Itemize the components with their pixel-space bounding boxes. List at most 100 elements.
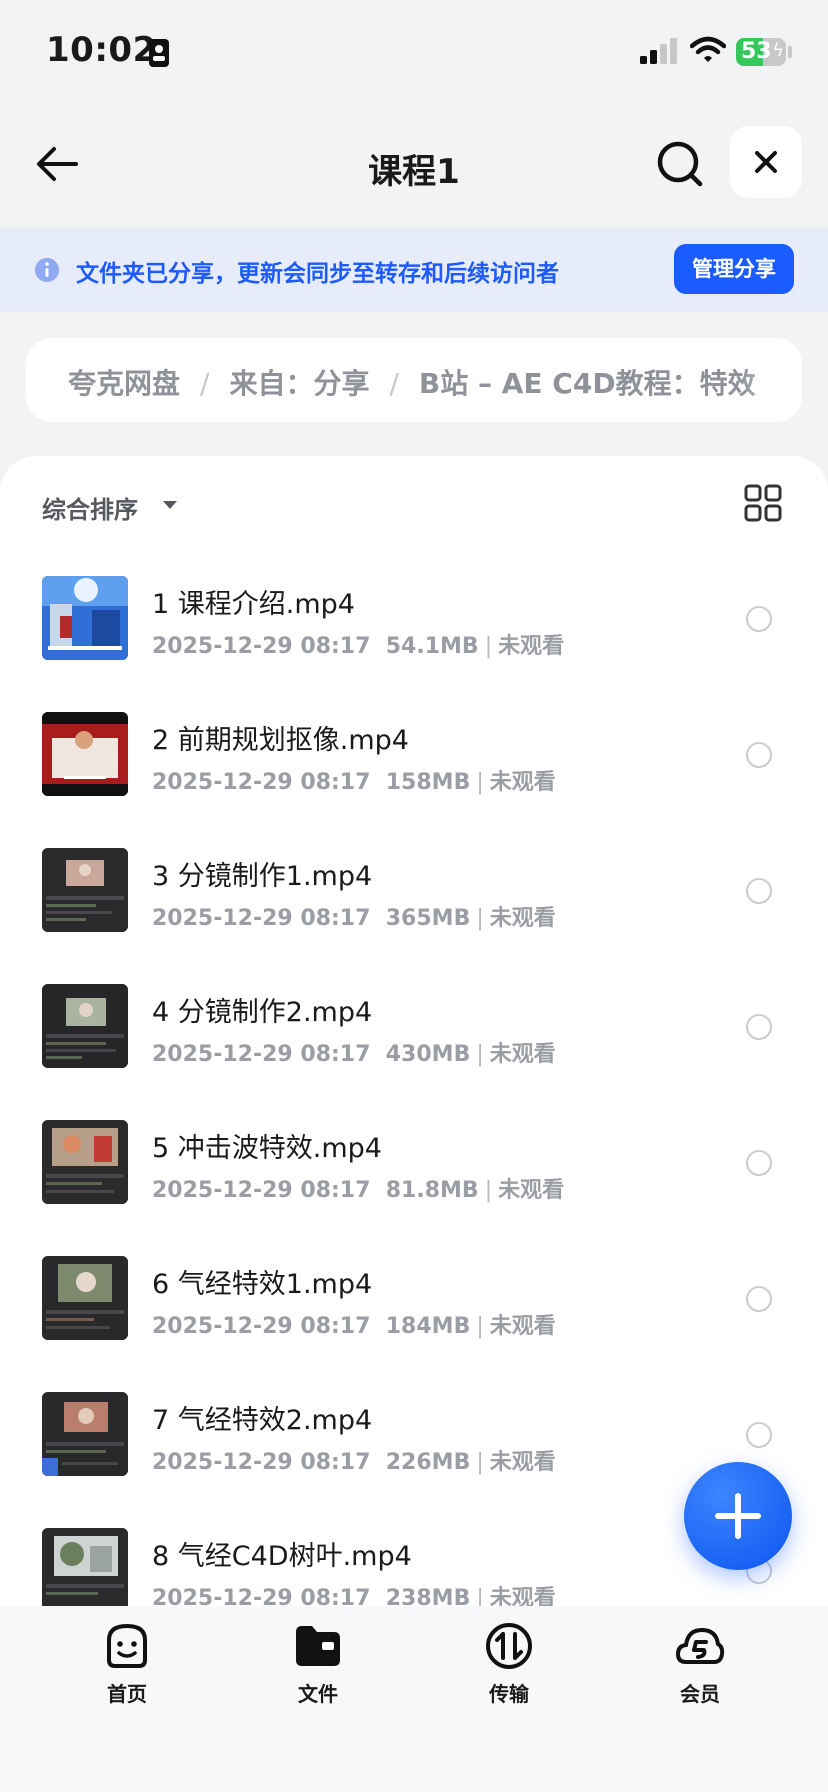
file-meta: 2025-12-29 08:17 81.8MB | 未观看 (152, 1172, 564, 1204)
watch-status: 未观看 (498, 634, 565, 659)
share-notice-banner: 文件夹已分享，更新会同步至转存和后续访问者 管理分享 (0, 228, 828, 312)
select-radio[interactable] (746, 1286, 772, 1312)
file-date: 2025-12-29 08:17 (152, 1178, 371, 1203)
file-date: 2025-12-29 08:17 (152, 1586, 371, 1606)
meta-divider: | (476, 1314, 484, 1339)
watch-status: 未观看 (489, 770, 556, 795)
file-date: 2025-12-29 08:17 (152, 1314, 371, 1339)
video-thumbnail (42, 848, 128, 932)
cellular-signal-icon (640, 38, 677, 64)
file-meta: 2025-12-29 08:17 430MB | 未观看 (152, 1036, 556, 1068)
select-radio[interactable] (746, 1150, 772, 1176)
close-button[interactable] (730, 126, 802, 198)
select-radio[interactable] (746, 1014, 772, 1040)
video-thumbnail (42, 1256, 128, 1340)
meta-divider: | (476, 1586, 484, 1606)
bottom-tab-bar: 首页 文件 传输 会员 (0, 1606, 828, 1792)
file-row[interactable]: 4 分镜制作2.mp4 2025-12-29 08:17 430MB | 未观看 (0, 984, 828, 1120)
file-size: 81.8MB (385, 1178, 479, 1203)
breadcrumb-item-folder[interactable]: B站 – AE C4D教程：特效 (419, 367, 756, 400)
file-row[interactable]: 3 分镜制作1.mp4 2025-12-29 08:17 365MB | 未观看 (0, 848, 828, 984)
video-thumbnail (42, 712, 128, 796)
file-meta: 2025-12-29 08:17 54.1MB | 未观看 (152, 628, 564, 660)
id-card-icon (149, 39, 169, 67)
file-date: 2025-12-29 08:17 (152, 634, 371, 659)
watch-status: 未观看 (489, 1450, 556, 1475)
battery-cap (788, 46, 792, 58)
charging-bolt-icon: ϟ (772, 40, 784, 61)
file-name: 2 前期规划抠像.mp4 (152, 725, 409, 756)
tab-label: 文件 (298, 1682, 338, 1706)
video-thumbnail (42, 1120, 128, 1204)
file-row[interactable]: 5 冲击波特效.mp4 2025-12-29 08:17 81.8MB | 未观看 (0, 1120, 828, 1256)
breadcrumb-item-share[interactable]: 来自：分享 (229, 367, 369, 400)
battery-indicator: 53 ϟ (736, 38, 786, 66)
file-meta: 2025-12-29 08:17 365MB | 未观看 (152, 900, 556, 932)
file-meta: 2025-12-29 08:17 238MB | 未观看 (152, 1580, 556, 1606)
file-name: 4 分镜制作2.mp4 (152, 997, 373, 1028)
status-time: 10:02 (46, 30, 157, 70)
grid-view-icon[interactable] (744, 484, 782, 522)
cloud-member-icon (675, 1627, 725, 1664)
share-notice-text: 文件夹已分享，更新会同步至转存和后续访问者 (76, 261, 559, 287)
meta-divider: | (476, 1042, 484, 1067)
meta-divider: | (476, 906, 484, 931)
wifi-icon (690, 36, 726, 62)
file-name: 8 气经C4D树叶.mp4 (152, 1541, 412, 1572)
file-size: 365MB (385, 906, 471, 931)
watch-status: 未观看 (489, 906, 556, 931)
video-thumbnail (42, 576, 128, 660)
meta-divider: | (484, 634, 493, 659)
watch-status: 未观看 (489, 1314, 556, 1339)
video-thumbnail (42, 1392, 128, 1476)
status-bar: 10:02 53 ϟ (0, 0, 828, 100)
file-row[interactable]: 1 课程介绍.mp4 2025-12-29 08:17 54.1MB | 未观看 (0, 576, 828, 712)
file-size: 430MB (385, 1042, 471, 1067)
tab-member[interactable]: 会员 (640, 1620, 760, 1707)
file-size: 226MB (385, 1450, 471, 1475)
meta-divider: | (484, 1178, 493, 1203)
file-name: 1 课程介绍.mp4 (152, 589, 355, 620)
file-name: 5 冲击波特效.mp4 (152, 1133, 382, 1164)
file-list: 1 课程介绍.mp4 2025-12-29 08:17 54.1MB | 未观看 2… (0, 576, 828, 1606)
search-icon[interactable] (652, 136, 708, 192)
tab-home[interactable]: 首页 (67, 1620, 187, 1707)
tab-label: 传输 (489, 1682, 529, 1706)
close-icon (755, 151, 777, 173)
file-list-panel: 综合排序 1 课程介绍.mp4 2025-12-29 08:17 54.1MB … (0, 456, 828, 1606)
tab-files[interactable]: 文件 (258, 1620, 378, 1707)
file-size: 158MB (385, 770, 471, 795)
caret-down-icon[interactable] (162, 500, 178, 510)
add-fab-button[interactable] (684, 1462, 792, 1570)
file-size: 238MB (385, 1586, 471, 1606)
manage-share-button[interactable]: 管理分享 (674, 244, 794, 294)
tab-transfer[interactable]: 传输 (449, 1620, 569, 1707)
select-radio[interactable] (746, 606, 772, 632)
file-row[interactable]: 6 气经特效1.mp4 2025-12-29 08:17 184MB | 未观看 (0, 1256, 828, 1392)
select-radio[interactable] (746, 742, 772, 768)
file-meta: 2025-12-29 08:17 184MB | 未观看 (152, 1308, 556, 1340)
file-date: 2025-12-29 08:17 (152, 1450, 371, 1475)
file-meta: 2025-12-29 08:17 158MB | 未观看 (152, 764, 556, 796)
file-date: 2025-12-29 08:17 (152, 906, 371, 931)
smile-face-icon (107, 1623, 147, 1668)
file-date: 2025-12-29 08:17 (152, 770, 371, 795)
file-meta: 2025-12-29 08:17 226MB | 未观看 (152, 1444, 556, 1476)
tab-label: 会员 (680, 1682, 720, 1706)
select-radio[interactable] (746, 1422, 772, 1448)
sort-dropdown[interactable]: 综合排序 (42, 490, 138, 525)
folder-icon (296, 1626, 340, 1666)
plus-icon (715, 1493, 761, 1539)
file-row[interactable]: 2 前期规划抠像.mp4 2025-12-29 08:17 158MB | 未观看 (0, 712, 828, 848)
transfer-icon (486, 1623, 532, 1669)
meta-divider: | (476, 1450, 484, 1475)
watch-status: 未观看 (498, 1178, 565, 1203)
breadcrumb-item-root[interactable]: 夸克网盘 (68, 367, 180, 400)
select-radio[interactable] (746, 878, 772, 904)
watch-status: 未观看 (489, 1586, 556, 1606)
video-thumbnail (42, 1528, 128, 1606)
navigation-bar: 课程1 (0, 110, 828, 218)
watch-status: 未观看 (489, 1042, 556, 1067)
file-name: 3 分镜制作1.mp4 (152, 861, 373, 892)
video-thumbnail (42, 984, 128, 1068)
